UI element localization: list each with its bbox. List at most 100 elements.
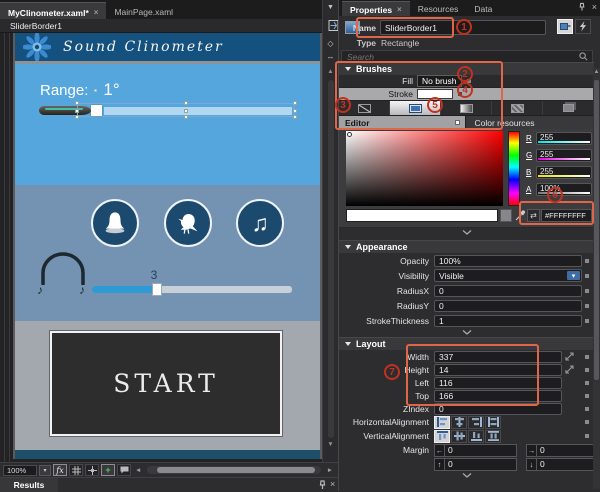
margin-bottom-input[interactable]: [537, 458, 600, 471]
editor-tab[interactable]: Editor: [339, 116, 465, 129]
brush-resources-button[interactable]: [543, 101, 594, 115]
range-slider-track[interactable]: [104, 107, 292, 115]
chevron-down-icon[interactable]: ▾: [567, 271, 580, 280]
advanced-options-peg[interactable]: [585, 394, 589, 398]
tab-properties[interactable]: Properties ×: [342, 1, 410, 16]
initial-color-button[interactable]: [500, 209, 512, 222]
layout-expander[interactable]: [339, 471, 594, 480]
eyedropper-button[interactable]: [514, 209, 526, 222]
advanced-options-peg[interactable]: [585, 259, 589, 263]
close-icon[interactable]: ×: [397, 5, 402, 16]
radiusy-input[interactable]: [434, 300, 582, 312]
advanced-options-peg[interactable]: [585, 420, 589, 424]
properties-view-button[interactable]: [557, 19, 573, 34]
halign-right-button[interactable]: [468, 416, 484, 429]
red-input[interactable]: [536, 132, 592, 145]
resize-handle[interactable]: [75, 109, 79, 113]
left-input[interactable]: [434, 377, 562, 389]
horizontal-resize-icon[interactable]: ↔: [323, 53, 338, 61]
scroll-up-icon[interactable]: ▲: [323, 69, 338, 76]
slider-border-selection[interactable]: [77, 103, 295, 117]
advanced-options-peg[interactable]: [585, 368, 589, 372]
height-input[interactable]: [434, 364, 562, 376]
range-slider-thumb[interactable]: [91, 105, 102, 116]
valign-stretch-button[interactable]: [485, 430, 501, 443]
valign-top-button[interactable]: [434, 430, 450, 443]
width-input[interactable]: [434, 351, 562, 363]
name-input[interactable]: [380, 20, 546, 35]
close-icon[interactable]: ×: [592, 2, 597, 12]
events-view-button[interactable]: [575, 19, 591, 34]
fill-value[interactable]: No brush: [417, 75, 462, 87]
bird-sound-button[interactable]: [164, 199, 212, 247]
appearance-header[interactable]: Appearance: [339, 240, 594, 253]
advanced-options-peg[interactable]: [585, 355, 589, 359]
solid-color-brush-button[interactable]: [390, 101, 441, 115]
resize-handle[interactable]: [293, 101, 297, 105]
strokethickness-input[interactable]: [434, 315, 582, 327]
advanced-options-peg[interactable]: [585, 407, 589, 411]
tile-brush-button[interactable]: [492, 101, 543, 115]
design-surface[interactable]: Sound Clinometer Range: 1°: [0, 33, 322, 462]
panel-menu-icon[interactable]: ▼: [323, 4, 338, 11]
diamond-icon[interactable]: ◇: [323, 40, 338, 48]
advanced-options-peg[interactable]: [467, 79, 471, 83]
fill-row[interactable]: Fill No brush: [339, 75, 594, 88]
resize-handle[interactable]: [184, 109, 188, 113]
show-grid-button[interactable]: [69, 464, 83, 476]
pin-icon[interactable]: [578, 2, 586, 12]
stroke-row[interactable]: Stroke: [339, 88, 594, 101]
scrollbar-thumb[interactable]: [594, 80, 599, 380]
halign-stretch-button[interactable]: [485, 416, 501, 429]
color-format-swap-button[interactable]: ⇄: [527, 209, 540, 222]
tab-data[interactable]: Data: [466, 1, 500, 16]
auto-size-icon[interactable]: [565, 352, 574, 361]
advanced-options-peg[interactable]: [585, 434, 589, 438]
zoom-dropdown-icon[interactable]: ▾: [39, 465, 51, 476]
effects-toggle-button[interactable]: fx: [53, 464, 67, 476]
halign-center-button[interactable]: [451, 416, 467, 429]
color-resources-tab[interactable]: Color resources: [465, 116, 595, 129]
scroll-down-icon[interactable]: ▼: [323, 442, 338, 449]
layout-header[interactable]: Layout: [339, 337, 594, 350]
saturation-value-area[interactable]: [346, 131, 503, 206]
advanced-options-peg[interactable]: [458, 92, 462, 96]
vertical-scrollbar[interactable]: [328, 80, 334, 438]
volume-slider[interactable]: [92, 286, 292, 293]
resize-handle[interactable]: [75, 115, 79, 119]
margin-right-input[interactable]: [537, 444, 600, 457]
gradient-brush-button[interactable]: [441, 101, 492, 115]
color-selector-dot[interactable]: [347, 132, 352, 137]
horizontal-scrollbar[interactable]: [147, 466, 320, 474]
brushes-header[interactable]: Brushes: [339, 62, 594, 75]
visibility-dropdown[interactable]: Visible ▾: [434, 269, 582, 282]
advanced-options-peg[interactable]: [585, 289, 589, 293]
artboard[interactable]: Sound Clinometer Range: 1°: [13, 33, 322, 459]
brushes-expander[interactable]: [339, 228, 594, 237]
bell-sound-button[interactable]: [91, 199, 139, 247]
start-button[interactable]: START: [50, 331, 282, 436]
close-icon[interactable]: ×: [94, 8, 99, 17]
volume-slider-thumb[interactable]: [152, 283, 162, 296]
auto-size-icon[interactable]: [565, 365, 574, 374]
hue-slider[interactable]: [508, 131, 520, 206]
margin-left-input[interactable]: [445, 444, 517, 457]
resize-handle[interactable]: [75, 101, 79, 105]
scrollbar-thumb[interactable]: [157, 467, 314, 473]
valign-bottom-button[interactable]: [468, 430, 484, 443]
appearance-expander[interactable]: [339, 328, 594, 337]
tab-resources[interactable]: Resources: [410, 1, 467, 16]
tab-mainpage[interactable]: MainPage.xaml: [106, 2, 181, 19]
advanced-options-peg[interactable]: [585, 274, 589, 278]
valign-center-button[interactable]: [451, 430, 467, 443]
radiusx-input[interactable]: [434, 285, 582, 297]
results-tab[interactable]: Results: [0, 478, 58, 492]
advanced-options-peg[interactable]: [585, 381, 589, 385]
snap-to-snaplines-button[interactable]: +: [101, 464, 115, 476]
breadcrumb[interactable]: SliderBorder1: [0, 21, 62, 31]
resize-handle[interactable]: [184, 101, 188, 105]
scroll-up-icon[interactable]: ▲: [593, 69, 600, 75]
hex-color-input[interactable]: [541, 209, 592, 222]
pin-icon[interactable]: [318, 480, 327, 490]
stroke-color-swatch[interactable]: [417, 89, 453, 99]
